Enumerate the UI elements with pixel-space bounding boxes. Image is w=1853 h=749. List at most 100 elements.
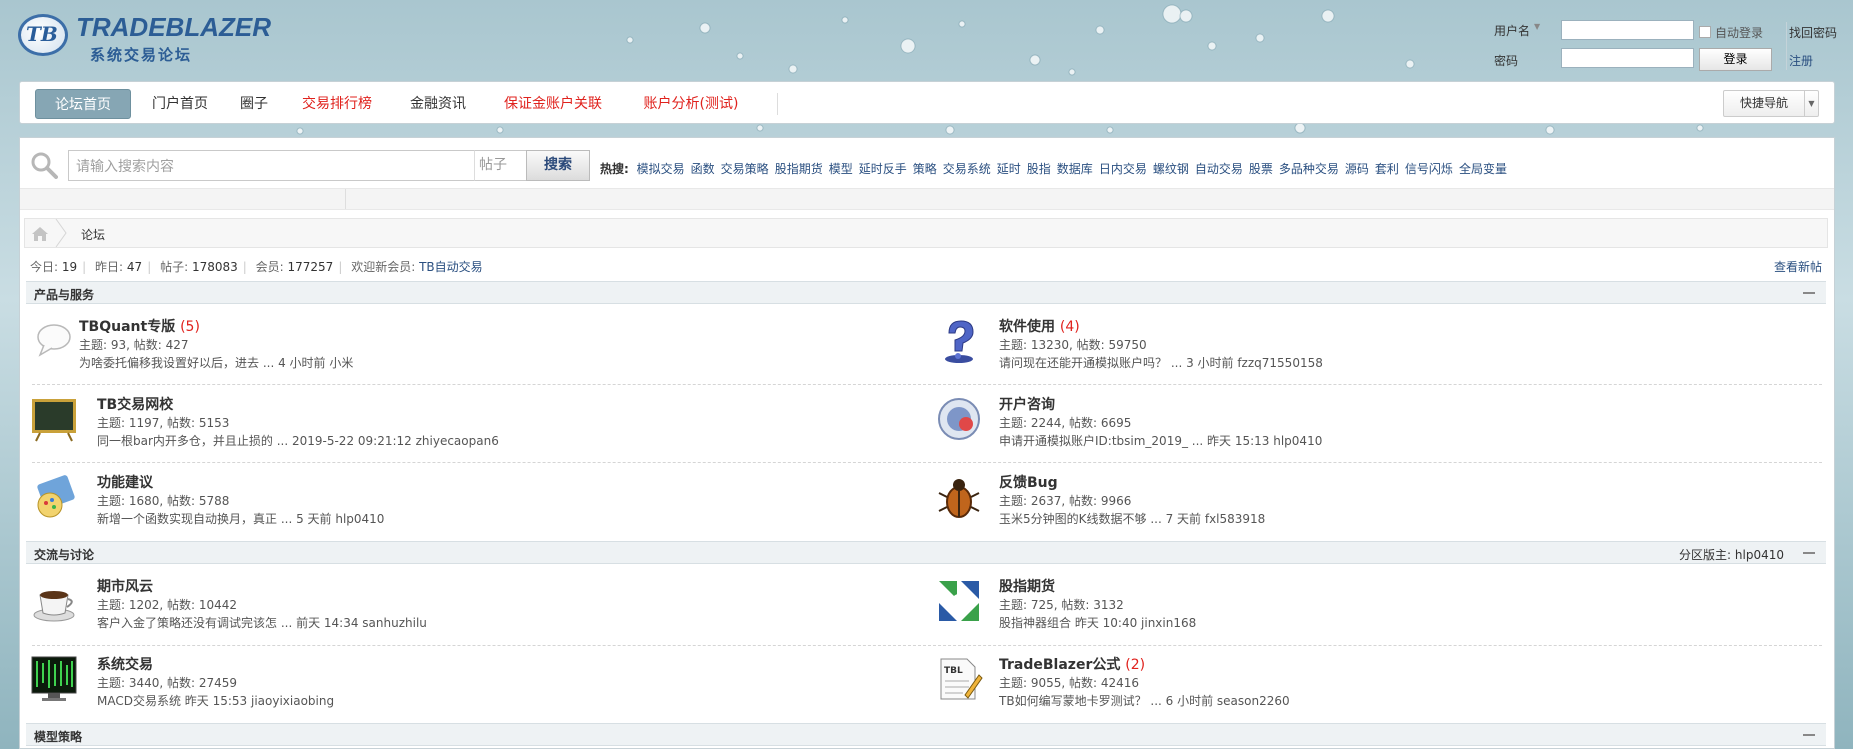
forum-last-post[interactable]: TB如何编写蒙地卡罗测试？ ... 6 小时前 season2260 bbox=[999, 692, 1290, 709]
username-field[interactable] bbox=[1561, 20, 1694, 40]
view-new-posts-link[interactable]: 查看新帖 bbox=[1774, 258, 1822, 275]
forum-name[interactable]: 反馈Bug bbox=[999, 472, 1058, 492]
collapse-icon[interactable] bbox=[1802, 285, 1816, 299]
forum-stats: 今日: 19 | 昨日: 47 | 帖子: 178083 | 会员: 177257 | … bbox=[30, 260, 483, 274]
forum-item-index-futures[interactable]: 股指期货 主题: 725, 帖数: 3132 股指神器组合 昨天 10:40 j… bbox=[925, 565, 1815, 643]
forum-last-post[interactable]: 申请开通模拟账户ID:tbsim_2019_ ... 昨天 15:13 hlp0… bbox=[999, 432, 1322, 449]
forum-last-post[interactable]: MACD交易系统 昨天 15:53 jiaoyixiaobing bbox=[97, 692, 334, 709]
forum-item-tb-school[interactable]: TB交易网校 主题: 1197, 帖数: 5153 同一根bar内开多仓，并且止… bbox=[20, 383, 910, 461]
forum-last-post[interactable]: 股指神器组合 昨天 10:40 jinxin168 bbox=[999, 614, 1196, 631]
hot-search-term[interactable]: 股票 bbox=[1249, 162, 1273, 176]
forum-last-post[interactable]: 同一根bar内开多仓，并且止损的 ... 2019-5-22 09:21:12 … bbox=[97, 432, 499, 449]
stat-members-value: 177257 bbox=[287, 260, 334, 274]
nav-forum-home[interactable]: 论坛首页 bbox=[35, 89, 131, 119]
forum-name[interactable]: 期市风云 bbox=[97, 576, 153, 596]
forum-name[interactable]: 股指期货 bbox=[999, 576, 1055, 596]
hot-search-term[interactable]: 延时反手 bbox=[859, 162, 907, 176]
password-field[interactable] bbox=[1561, 48, 1694, 68]
hot-search-term[interactable]: 全局变量 bbox=[1459, 162, 1507, 176]
search-box bbox=[68, 150, 497, 181]
hot-search-term[interactable]: 交易系统 bbox=[943, 162, 991, 176]
category-title[interactable]: 模型策略 bbox=[34, 728, 82, 745]
breadcrumb-separator-icon bbox=[55, 219, 67, 247]
forum-name[interactable]: 功能建议 bbox=[97, 472, 153, 492]
register-link[interactable]: 注册 bbox=[1789, 52, 1813, 69]
forum-meta: 主题: 93, 帖数: 427 bbox=[79, 338, 189, 352]
forgot-password-link[interactable]: 找回密码 bbox=[1789, 24, 1837, 41]
collapse-icon[interactable] bbox=[1802, 545, 1816, 559]
forum-name[interactable]: TB交易网校 bbox=[97, 394, 173, 414]
nav-account-analysis[interactable]: 账户分析(测试) bbox=[626, 89, 756, 119]
hot-search-term[interactable]: 套利 bbox=[1375, 162, 1399, 176]
username-type-caret-icon[interactable]: ▼ bbox=[1534, 22, 1540, 31]
nav-finance-news[interactable]: 金融资讯 bbox=[396, 89, 480, 119]
forum-name[interactable]: TradeBlazer公式 (2) bbox=[999, 654, 1145, 674]
quick-nav-label: 快捷导航 bbox=[1740, 96, 1789, 110]
forum-item-futures-market[interactable]: 期市风云 主题: 1202, 帖数: 10442 客户入金了策略还没有调试完该怎… bbox=[20, 565, 910, 643]
hot-search-term[interactable]: 多品种交易 bbox=[1279, 162, 1339, 176]
auto-login-label[interactable]: 自动登录 bbox=[1715, 24, 1763, 41]
hot-search-label: 热搜: bbox=[600, 162, 629, 176]
forum-name[interactable]: 软件使用 (4) bbox=[999, 316, 1080, 336]
forum-last-post[interactable]: 请问现在还能开通模拟账户吗？ ... 3 小时前 fzzq71550158 bbox=[999, 354, 1323, 371]
settings-globe-icon bbox=[938, 398, 980, 440]
site-logo[interactable]: TB TRADEBLAZER 系统交易论坛 bbox=[18, 12, 271, 64]
category-title[interactable]: 交流与讨论 bbox=[34, 546, 94, 563]
login-button[interactable]: 登录 bbox=[1699, 48, 1772, 71]
hot-search-term[interactable]: 源码 bbox=[1345, 162, 1369, 176]
forum-item-tbquant[interactable]: TBQuant专版 (5) 主题: 93, 帖数: 427 为啥委托偏移我设置好… bbox=[20, 305, 910, 383]
hot-search-term[interactable]: 交易策略 bbox=[721, 162, 769, 176]
forum-item-bug-feedback[interactable]: 反馈Bug 主题: 2637, 帖数: 9966 玉米5分钟图的K线数据不够 .… bbox=[925, 461, 1815, 539]
search-input[interactable] bbox=[69, 151, 473, 180]
search-button[interactable]: 搜索 bbox=[526, 150, 590, 181]
logo-subtitle: 系统交易论坛 bbox=[90, 46, 193, 64]
forum-last-post[interactable]: 新增一个函数实现自动换月，真正 ... 5 天前 hlp0410 bbox=[97, 510, 384, 527]
forum-last-post[interactable]: 为啥委托偏移我设置好以后，进去 ... 4 小时前 小米 bbox=[79, 354, 353, 371]
chat-bubble-icon bbox=[37, 324, 71, 357]
hot-search-term[interactable]: 数据库 bbox=[1057, 162, 1093, 176]
stat-yesterday-value: 47 bbox=[126, 260, 143, 274]
hot-search-term[interactable]: 日内交易 bbox=[1099, 162, 1147, 176]
hot-search-list: 热搜: 模拟交易 函数 交易策略 股指期货 模型 延时反手 策略 交易系统 延时 股指 数据库 日内交… bbox=[600, 160, 1513, 177]
hot-search-term[interactable]: 股指 bbox=[1027, 162, 1051, 176]
hot-search-term[interactable]: 信号闪烁 bbox=[1405, 162, 1453, 176]
new-member-link[interactable]: TB自动交易 bbox=[419, 260, 483, 274]
breadcrumb-current[interactable]: 论坛 bbox=[81, 226, 105, 243]
nav-trading-ranking[interactable]: 交易排行榜 bbox=[286, 89, 388, 119]
hot-search-term[interactable]: 螺纹钢 bbox=[1153, 162, 1189, 176]
stat-today-label: 今日: bbox=[30, 260, 59, 274]
quick-nav-button[interactable]: 快捷导航 ▼ bbox=[1723, 90, 1819, 117]
hot-search-term[interactable]: 股指期货 bbox=[775, 162, 823, 176]
forum-name[interactable]: 开户咨询 bbox=[999, 394, 1055, 414]
hot-search-term[interactable]: 自动交易 bbox=[1195, 162, 1243, 176]
collapse-icon[interactable] bbox=[1802, 727, 1816, 741]
hot-search-term[interactable]: 函数 bbox=[691, 162, 715, 176]
bug-icon bbox=[938, 479, 980, 518]
forum-last-post[interactable]: 玉米5分钟图的K线数据不够 ... 7 天前 fxl583918 bbox=[999, 510, 1265, 527]
forum-item-tradeblazer-formula[interactable]: TBL TradeBlazer公式 (2) 主题: 9055, 帖数: 4241… bbox=[925, 643, 1815, 721]
category-moderator[interactable]: 分区版主: hlp0410 bbox=[1679, 546, 1784, 563]
category-title[interactable]: 产品与服务 bbox=[34, 286, 94, 303]
nav-margin-account-link[interactable]: 保证金账户关联 bbox=[488, 89, 618, 119]
nav-portal-home[interactable]: 门户首页 bbox=[138, 89, 222, 119]
forum-name[interactable]: 系统交易 bbox=[97, 654, 153, 674]
search-type-value: 帖子 bbox=[479, 157, 507, 173]
forum-last-post[interactable]: 客户入金了策略还没有调试完该怎 ... 前天 14:34 sanhuzhilu bbox=[97, 614, 427, 631]
login-form: 用户名 ▼ 自动登录 找回密码 密码 登录 注册 bbox=[1494, 20, 1844, 72]
forum-item-software-usage[interactable]: 软件使用 (4) 主题: 13230, 帖数: 59750 请问现在还能开通模拟… bbox=[925, 305, 1815, 383]
nav-circles[interactable]: 圈子 bbox=[230, 89, 278, 119]
hot-search-term[interactable]: 策略 bbox=[913, 162, 937, 176]
hot-search-term[interactable]: 模拟交易 bbox=[637, 162, 685, 176]
forum-meta: 主题: 9055, 帖数: 42416 bbox=[999, 676, 1140, 690]
forum-item-system-trading[interactable]: 系统交易 主题: 3440, 帖数: 27459 MACD交易系统 昨天 15:… bbox=[20, 643, 910, 721]
hot-search-term[interactable]: 延时 bbox=[997, 162, 1021, 176]
forum-meta: 主题: 725, 帖数: 3132 bbox=[999, 598, 1124, 612]
auto-login-checkbox[interactable] bbox=[1699, 26, 1711, 38]
forum-item-account-inquiry[interactable]: 开户咨询 主题: 2244, 帖数: 6695 申请开通模拟账户ID:tbsim… bbox=[925, 383, 1815, 461]
coffee-cup-icon bbox=[33, 591, 75, 622]
chevron-down-icon: ▼ bbox=[1804, 91, 1818, 116]
home-icon[interactable] bbox=[31, 226, 49, 242]
forum-name[interactable]: TBQuant专版 (5) bbox=[79, 316, 200, 336]
hot-search-term[interactable]: 模型 bbox=[829, 162, 853, 176]
forum-item-feature-suggestion[interactable]: 功能建议 主题: 1680, 帖数: 5788 新增一个函数实现自动换月，真正 … bbox=[20, 461, 910, 539]
